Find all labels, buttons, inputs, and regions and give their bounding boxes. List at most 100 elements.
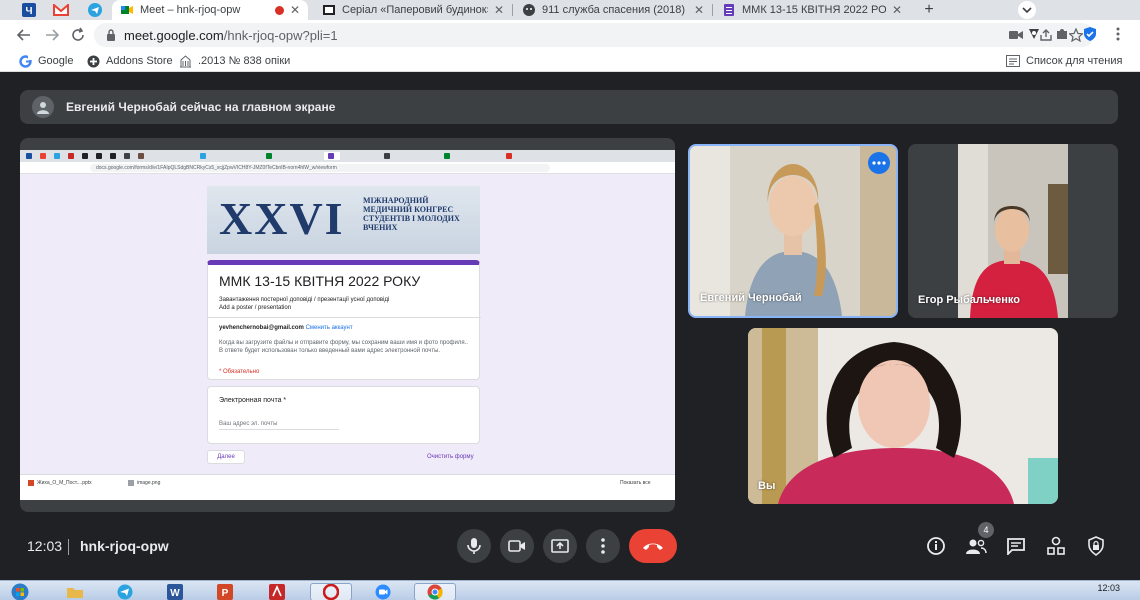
word-icon: W bbox=[167, 584, 183, 600]
new-tab-button[interactable]: + bbox=[914, 0, 944, 20]
taskbar-opera[interactable] bbox=[310, 583, 352, 600]
tab-forms[interactable]: ММК 13-15 КВІТНЯ 2022 РОКУ ✕ bbox=[714, 0, 910, 20]
bookmarks-bar: Google Addons Store .2013 № 838 опіки Сп… bbox=[0, 50, 1140, 72]
bookmark-addons[interactable]: Addons Store bbox=[86, 53, 173, 69]
close-icon[interactable]: ✕ bbox=[290, 3, 300, 17]
reload-button[interactable] bbox=[66, 23, 90, 47]
tab-search-button[interactable] bbox=[1012, 0, 1042, 20]
reading-list-button[interactable]: Список для чтения bbox=[1006, 53, 1122, 69]
taskbar-acrobat[interactable] bbox=[256, 583, 298, 600]
form-description-en: Add a poster / presentation bbox=[219, 305, 292, 311]
building-icon bbox=[178, 54, 192, 68]
next-button: Далее bbox=[207, 450, 245, 464]
opera-icon bbox=[323, 584, 339, 600]
participant-tile-evgeniy[interactable]: Евгений Чернобай bbox=[688, 144, 898, 318]
windows-taskbar: W P 12:03 bbox=[0, 580, 1140, 600]
divider bbox=[208, 317, 481, 318]
participant-options-button[interactable] bbox=[868, 152, 890, 174]
participant-video bbox=[748, 328, 1058, 504]
taskbar-telegram[interactable] bbox=[104, 583, 146, 600]
close-icon[interactable]: ✕ bbox=[694, 3, 704, 17]
tab-title: 911 служба спасения (2018) смо bbox=[542, 4, 688, 16]
participant-tile-egor[interactable]: Егор Рыбальченко bbox=[908, 144, 1118, 318]
form-title-card: ММК 13-15 КВІТНЯ 2022 РОКУ Завантаження … bbox=[207, 260, 481, 380]
question-label: Электронная почта * bbox=[219, 397, 287, 404]
taskbar-word[interactable]: W bbox=[154, 583, 196, 600]
camera-icon[interactable] bbox=[1008, 27, 1024, 43]
meet-main: Евгений Чернобай сейчас на главном экран… bbox=[0, 72, 1140, 580]
arrow-left-icon bbox=[16, 29, 30, 41]
addons-icon bbox=[86, 54, 100, 68]
shared-browser-tabs bbox=[20, 150, 675, 162]
pinned-tab-1[interactable]: Ч bbox=[14, 0, 44, 20]
end-call-button[interactable] bbox=[629, 529, 677, 563]
taskbar-chrome[interactable] bbox=[414, 583, 456, 600]
bookmark-opiki[interactable]: .2013 № 838 опіки bbox=[178, 53, 290, 69]
video-camera-icon bbox=[508, 540, 525, 552]
telegram-icon bbox=[117, 584, 133, 600]
tab-title: ММК 13-15 КВІТНЯ 2022 РОКУ bbox=[742, 4, 886, 16]
tab-separator bbox=[512, 4, 513, 16]
people-button[interactable] bbox=[964, 534, 988, 558]
pinned-tab-gmail[interactable] bbox=[46, 0, 76, 20]
puzzle-icon[interactable] bbox=[1054, 26, 1070, 47]
zoom-icon bbox=[375, 584, 391, 600]
activities-button[interactable] bbox=[1044, 534, 1068, 558]
menu-dots-icon[interactable] bbox=[1110, 26, 1126, 47]
folder-icon bbox=[67, 588, 83, 598]
meeting-code: hnk-rjoq-opw bbox=[80, 538, 169, 554]
shared-address-bar: docs.google.com/forms/d/e/1FAIpQLSdgBNCR… bbox=[20, 162, 675, 174]
close-icon[interactable]: ✕ bbox=[494, 3, 504, 17]
form-banner: XXVI МІЖНАРОДНИЙ МЕДИЧНИЙ КОНГРЕС СТУДЕН… bbox=[207, 186, 480, 254]
chat-button[interactable] bbox=[1004, 534, 1028, 558]
extension-icon[interactable] bbox=[1026, 26, 1042, 47]
tab-meet[interactable]: Meet – hnk-rjoq-opw ✕ bbox=[112, 0, 308, 20]
form-notice: Когда вы загрузите файлы и отправите фор… bbox=[219, 340, 468, 354]
bookmark-google[interactable]: Google bbox=[18, 53, 73, 69]
camera-button[interactable] bbox=[500, 529, 534, 563]
shapes-icon bbox=[1047, 536, 1065, 555]
shield-lock-icon bbox=[1088, 536, 1104, 556]
participant-name: Вы bbox=[758, 480, 776, 492]
present-screen-button[interactable] bbox=[543, 529, 577, 563]
tab-serial[interactable]: Серіал «Паперовий будинок» 1 ✕ bbox=[314, 0, 512, 20]
downloads-bar: Жиха_О_М_Пост....pptx image.png Показать… bbox=[20, 474, 675, 492]
chat-icon bbox=[1007, 538, 1025, 555]
google-icon bbox=[18, 54, 32, 68]
switch-account-link[interactable]: Сменить аккаунт bbox=[306, 325, 353, 331]
close-icon[interactable]: ✕ bbox=[892, 3, 902, 17]
taskbar-zoom[interactable] bbox=[362, 583, 404, 600]
shared-screen-tile[interactable]: docs.google.com/forms/d/e/1FAIpQLSdgBNCR… bbox=[20, 138, 675, 512]
participant-tile-self[interactable]: Вы bbox=[748, 328, 1058, 504]
address-bar[interactable]: meet.google.com/hnk-rjoq-opw?pli=1 bbox=[94, 23, 1094, 47]
email-question-card: Электронная почта * Ваш адрес эл. почты bbox=[207, 386, 480, 444]
forward-button[interactable] bbox=[40, 23, 64, 47]
taskbar-powerpoint[interactable]: P bbox=[204, 583, 246, 600]
clear-form-link: Очистить форму bbox=[427, 454, 474, 460]
tab-911[interactable]: 911 служба спасения (2018) смо ✕ bbox=[514, 0, 712, 20]
participant-video bbox=[690, 146, 896, 316]
people-icon bbox=[966, 539, 987, 554]
form-title: ММК 13-15 КВІТНЯ 2022 РОКУ bbox=[219, 273, 421, 289]
extension-icons bbox=[1026, 26, 1126, 47]
pinned-tab-telegram[interactable] bbox=[80, 0, 110, 20]
more-options-button[interactable] bbox=[586, 529, 620, 563]
taskbar-explorer[interactable] bbox=[54, 583, 96, 600]
shield-check-icon[interactable] bbox=[1082, 26, 1098, 47]
url-text: meet.google.com/hnk-rjoq-opw?pli=1 bbox=[124, 27, 338, 43]
start-button[interactable] bbox=[2, 583, 38, 600]
microphone-button[interactable] bbox=[457, 529, 491, 563]
face-icon bbox=[523, 4, 535, 16]
back-button[interactable] bbox=[12, 23, 36, 47]
browser-tab-strip: Ч Meet – hnk-rjoq-opw ✕ Серіал «Паперови… bbox=[0, 0, 1140, 20]
browser-toolbar: meet.google.com/hnk-rjoq-opw?pli=1 bbox=[0, 20, 1140, 50]
pinned-tab-icon: Ч bbox=[22, 3, 36, 17]
form-banner-subtitle: МІЖНАРОДНИЙ МЕДИЧНИЙ КОНГРЕС СТУДЕНТІВ І… bbox=[363, 196, 460, 232]
meeting-details-button[interactable] bbox=[924, 534, 948, 558]
host-controls-button[interactable] bbox=[1084, 534, 1108, 558]
microphone-icon bbox=[467, 538, 481, 554]
form-banner-numeral: XXVI bbox=[219, 193, 345, 244]
email-field: Ваш адрес эл. почты bbox=[219, 421, 339, 430]
presenter-avatar bbox=[32, 96, 54, 118]
lock-icon[interactable] bbox=[106, 29, 116, 41]
